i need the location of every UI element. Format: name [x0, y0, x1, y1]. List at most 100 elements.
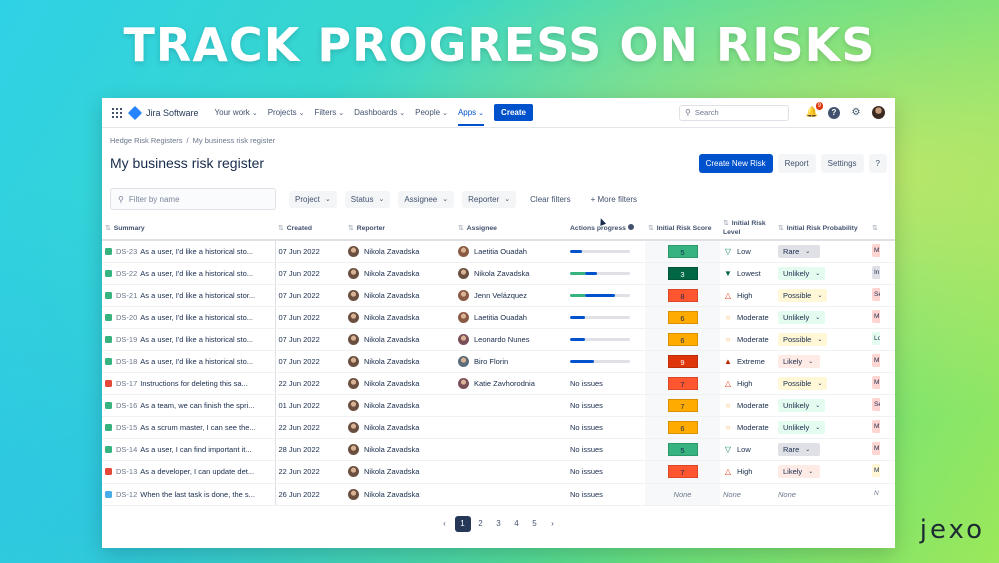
col-created[interactable]: ⇅ Created: [275, 216, 345, 241]
risk-score-badge[interactable]: 6: [667, 310, 698, 324]
table-row[interactable]: DS-19 As a user, I'd like a historical st…: [102, 328, 895, 351]
reporter[interactable]: Nikola Zavadska: [348, 444, 452, 456]
table-row[interactable]: DS-20 As a user, I'd like a historical st…: [102, 306, 895, 329]
risk-level[interactable]: ○ Moderate: [723, 313, 772, 322]
issue-key[interactable]: DS-20: [116, 313, 137, 322]
reporter[interactable]: Nikola Zavadska: [348, 267, 452, 279]
reporter[interactable]: Nikola Zavadska: [348, 245, 452, 257]
risk-probability-select[interactable]: Possible ⌄: [778, 377, 828, 391]
risk-level[interactable]: △ High: [723, 291, 772, 300]
issue-summary[interactable]: When the last task is done, the s...: [140, 490, 255, 499]
clear-filters-button[interactable]: Clear filters: [524, 191, 576, 208]
reporter[interactable]: Nikola Zavadska: [348, 378, 452, 390]
app-switcher-icon[interactable]: [112, 107, 122, 118]
nav-item-dashboards[interactable]: Dashboards ⌄: [354, 108, 405, 117]
risk-level[interactable]: ▼ Lowest: [723, 269, 772, 278]
notifications-bell-icon[interactable]: 🔔 9: [805, 101, 823, 120]
issue-key[interactable]: DS-19: [116, 335, 137, 344]
nav-item-your-work[interactable]: Your work ⌄: [215, 108, 258, 117]
risk-score-badge[interactable]: 8: [667, 288, 698, 302]
issue-key[interactable]: DS-22: [116, 269, 137, 278]
table-row[interactable]: DS-12 When the last task is done, the s..…: [102, 483, 895, 506]
assignee[interactable]: Leonardo Nunes: [458, 333, 564, 345]
prev-page-button[interactable]: ‹: [437, 516, 453, 532]
table-row[interactable]: DS-22 As a user, I'd like a historical st…: [102, 262, 895, 285]
help-icon[interactable]: ?: [827, 106, 841, 120]
breadcrumb-current[interactable]: My business risk register: [193, 136, 276, 145]
risk-probability-select[interactable]: Likely ⌄: [778, 465, 820, 479]
col-summary[interactable]: ⇅ Summary: [102, 216, 275, 241]
assignee[interactable]: Laetitia Ouadah: [458, 245, 564, 257]
assignee[interactable]: Jenn Velázquez: [458, 289, 564, 301]
col-initial-risk-probability[interactable]: ⇅ Initial Risk Probability: [775, 216, 869, 241]
risk-score-badge[interactable]: 6: [667, 332, 698, 346]
summary-cell[interactable]: DS-15 As a scrum master, I can see the...: [102, 416, 276, 440]
issue-key[interactable]: DS-13: [116, 467, 137, 476]
issue-summary[interactable]: Instructions for deleting this sa...: [140, 379, 248, 388]
reporter[interactable]: Nikola Zavadska: [348, 289, 452, 301]
report-button[interactable]: Report: [777, 153, 816, 173]
issue-key[interactable]: DS-14: [116, 445, 137, 454]
risk-score-badge[interactable]: 3: [667, 266, 698, 280]
page-2-button[interactable]: 2: [473, 516, 489, 532]
summary-cell[interactable]: DS-14 As a user, I can find important it.…: [102, 438, 276, 462]
issue-summary[interactable]: As a user, I'd like a historical sto...: [140, 269, 253, 278]
assignee[interactable]: Nikola Zavadska: [458, 267, 564, 279]
table-row[interactable]: DS-14 As a user, I can find important it.…: [102, 438, 895, 462]
assignee[interactable]: Katie Zavhorodnia: [458, 378, 564, 390]
summary-cell[interactable]: DS-16 As a team, we can finish the spri..…: [102, 394, 276, 418]
summary-cell[interactable]: DS-22 As a user, I'd like a historical st…: [102, 262, 276, 285]
risk-probability-select[interactable]: Likely ⌄: [778, 355, 820, 369]
jira-logo[interactable]: Jira Software: [127, 105, 199, 120]
risk-score-badge[interactable]: 7: [667, 377, 698, 391]
col-actions-progress[interactable]: Actions progress: [567, 216, 645, 241]
summary-cell[interactable]: DS-13 As a developer, I can update det...: [102, 460, 276, 484]
reporter[interactable]: Nikola Zavadska: [348, 466, 452, 478]
risk-score-badge[interactable]: 6: [667, 421, 698, 435]
reporter[interactable]: Nikola Zavadska: [348, 356, 452, 368]
summary-cell[interactable]: DS-17 Instructions for deleting this sa..…: [102, 372, 276, 396]
nav-item-apps[interactable]: Apps ⌄: [457, 99, 485, 126]
issue-summary[interactable]: As a user, I'd like a historical sto...: [140, 247, 253, 256]
create-new-risk-button[interactable]: Create New Risk: [698, 153, 773, 173]
summary-cell[interactable]: DS-12 When the last task is done, the s..…: [102, 483, 276, 506]
table-row[interactable]: DS-21 As a user, I'd like a historical st…: [102, 284, 895, 307]
issue-summary[interactable]: As a user, I'd like a historical sto...: [140, 313, 253, 322]
settings-gear-icon[interactable]: ⚙: [849, 106, 863, 120]
settings-button[interactable]: Settings: [820, 153, 864, 173]
filter-assignee[interactable]: Assignee ⌄: [398, 190, 455, 208]
risk-level[interactable]: ○ Moderate: [723, 423, 772, 432]
issue-key[interactable]: DS-23: [116, 247, 137, 256]
risk-score-badge[interactable]: 5: [667, 443, 698, 457]
risk-level[interactable]: ○ Moderate: [723, 401, 772, 410]
issue-key[interactable]: DS-15: [116, 423, 137, 432]
risk-score-badge[interactable]: 7: [667, 399, 698, 413]
nav-item-people[interactable]: People ⌄: [415, 108, 448, 117]
filter-by-name-input[interactable]: ⚲ Filter by name: [110, 188, 276, 210]
reporter[interactable]: Nikola Zavadska: [348, 488, 452, 500]
risk-score-badge[interactable]: 5: [667, 244, 698, 258]
filter-status[interactable]: Status ⌄: [344, 190, 391, 208]
risk-probability-select[interactable]: Unlikely ⌄: [778, 310, 826, 324]
reporter[interactable]: Nikola Zavadska: [348, 333, 452, 345]
help-button[interactable]: ?: [868, 153, 887, 173]
more-filters-button[interactable]: + More filters: [585, 191, 643, 208]
summary-cell[interactable]: DS-20 As a user, I'd like a historical st…: [102, 306, 276, 329]
col-initial-risk-level[interactable]: ⇅ Initial Risk Level: [720, 216, 775, 241]
page-4-button[interactable]: 4: [509, 516, 525, 532]
risk-level[interactable]: ○ Moderate: [723, 335, 772, 344]
page-5-button[interactable]: 5: [527, 516, 543, 532]
page-1-button[interactable]: 1: [454, 515, 471, 532]
table-row[interactable]: DS-18 As a user, I'd like a historical st…: [102, 350, 895, 374]
risk-score-badge[interactable]: 7: [667, 465, 698, 479]
filter-project[interactable]: Project ⌄: [289, 190, 337, 208]
issue-summary[interactable]: As a scrum master, I can see the...: [140, 423, 255, 432]
user-avatar[interactable]: [871, 106, 885, 120]
summary-cell[interactable]: DS-21 As a user, I'd like a historical st…: [102, 284, 276, 307]
col-reporter[interactable]: ⇅ Reporter: [345, 216, 455, 241]
table-row[interactable]: DS-16 As a team, we can finish the spri..…: [102, 394, 895, 418]
risk-level[interactable]: ▲ Extreme: [723, 357, 772, 366]
assignee[interactable]: Laetitia Ouadah: [458, 311, 564, 323]
page-3-button[interactable]: 3: [491, 516, 507, 532]
risk-level[interactable]: △ High: [723, 467, 772, 476]
